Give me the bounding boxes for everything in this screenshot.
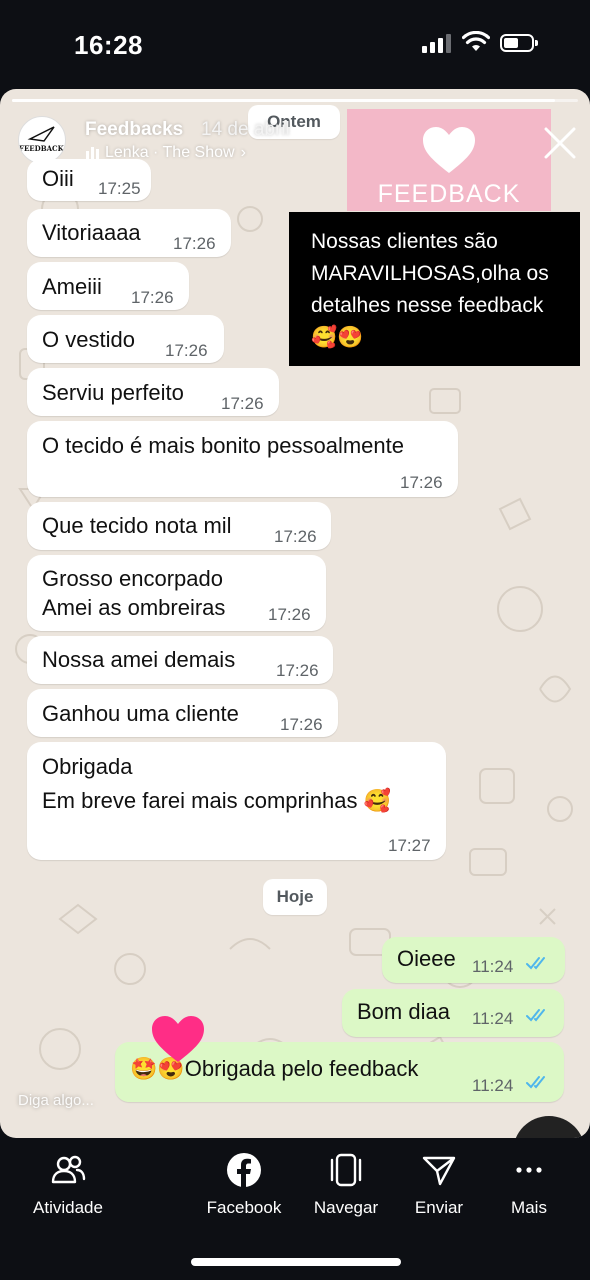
reply-input-placeholder[interactable]: Diga algo... — [18, 1092, 94, 1109]
close-icon[interactable] — [542, 125, 578, 161]
message-time: 17:25 — [98, 179, 141, 198]
avatar[interactable]: FEEDBACKS — [18, 116, 66, 164]
message-text: Oiii — [42, 166, 74, 191]
facebook-icon — [227, 1153, 261, 1187]
nav-label: Navegar — [313, 1198, 379, 1217]
message-text: Serviu perfeito — [42, 380, 184, 405]
people-icon — [51, 1155, 86, 1184]
message-text-line: Amei as ombreiras — [42, 595, 226, 620]
status-time: 16:28 — [74, 30, 143, 60]
message-time: 17:26 — [276, 661, 319, 680]
nav-item-more[interactable]: Mais — [486, 1152, 572, 1218]
story-card[interactable]: Ontem FEEDBACK FEEDBACKS Feedbacks 14 de… — [0, 89, 590, 1138]
story-caption: Nossas clientes são MARAVILHOSAS,olha os… — [289, 212, 580, 366]
message-text: Oieee — [397, 946, 456, 971]
message-bubble: Serviu perfeito 17:26 — [27, 368, 279, 416]
message-text-line: Grosso encorpado — [42, 566, 223, 591]
like-heart-icon — [152, 1016, 204, 1062]
nav-item-send[interactable]: Enviar — [391, 1152, 487, 1218]
nav-label: Atividade — [33, 1198, 103, 1217]
message-text: Nossa amei demais — [42, 647, 236, 672]
message-time: 17:26 — [268, 605, 311, 624]
more-icon — [516, 1167, 542, 1173]
message-text: Vitoriaaaa — [42, 220, 141, 245]
nav-label: Mais — [511, 1198, 547, 1217]
account-name[interactable]: Feedbacks — [85, 119, 183, 141]
message-bubble: Nossa amei demais 17:26 — [27, 636, 333, 684]
feedback-image-text: FEEDBACK — [377, 180, 521, 208]
browse-icon — [330, 1153, 362, 1187]
message-bubble: Ameiii 17:26 — [27, 262, 189, 310]
message-time: 17:26 — [131, 288, 174, 307]
message-bubble: Grosso encorpado Amei as ombreiras 17:26 — [27, 555, 326, 631]
story-date: 14 de abril — [201, 119, 290, 140]
message-time: 11:24 — [472, 957, 514, 976]
home-indicator[interactable] — [191, 1258, 401, 1266]
message-bubble: Que tecido nota mil 17:26 — [27, 502, 331, 550]
message-time: 11:24 — [472, 1009, 514, 1028]
message-bubble: Vitoriaaaa 17:26 — [27, 209, 231, 257]
message-text: O tecido é mais bonito pessoalmente — [42, 433, 404, 458]
double-check-icon — [526, 957, 545, 970]
outgoing-message-bubble: Bom diaa 11:24 — [342, 989, 564, 1037]
story-progress-bar — [12, 99, 578, 102]
message-text: Que tecido nota mil — [42, 513, 232, 538]
message-bubble: O tecido é mais bonito pessoalmente 17:2… — [27, 421, 458, 497]
message-time: 11:24 — [472, 1076, 514, 1095]
message-text: Ameiii — [42, 274, 102, 299]
message-bubble: Obrigada Em breve farei mais comprinhas … — [27, 742, 446, 860]
wifi-icon — [462, 31, 490, 51]
message-text: Ganhou uma cliente — [42, 701, 239, 726]
date-separator-today: Hoje — [263, 879, 327, 915]
message-text: Bom diaa — [357, 999, 450, 1024]
send-icon — [422, 1156, 456, 1186]
message-bubble: Oiii 17:25 — [27, 159, 151, 201]
feedback-image: FEEDBACK — [347, 109, 551, 211]
message-time: 17:26 — [400, 473, 443, 492]
message-text-line: Em breve farei mais comprinhas 🥰 — [42, 788, 391, 813]
message-time: 17:26 — [280, 715, 323, 734]
message-bubble: Ganhou uma cliente 17:26 — [27, 689, 338, 737]
battery-icon — [500, 34, 538, 52]
nav-item-facebook[interactable]: Facebook — [196, 1152, 292, 1218]
outgoing-message-bubble: Oieee 11:24 — [382, 937, 565, 983]
heart-icon — [423, 127, 475, 173]
nav-item-browse[interactable]: Navegar — [298, 1152, 394, 1218]
double-check-icon — [526, 1009, 545, 1022]
status-bar: 16:28 — [0, 0, 590, 90]
nav-label: Facebook — [206, 1198, 282, 1217]
nav-label: Enviar — [414, 1198, 464, 1217]
double-check-icon — [526, 1076, 545, 1089]
message-bubble: O vestido 17:26 — [27, 315, 224, 363]
chevron-right-icon: › — [240, 144, 246, 161]
message-time: 17:26 — [274, 527, 317, 546]
music-bars-icon — [86, 147, 99, 159]
message-time: 17:26 — [221, 394, 264, 413]
message-time: 17:27 — [388, 836, 431, 855]
message-time: 17:26 — [173, 234, 216, 253]
message-text: O vestido — [42, 327, 135, 352]
nav-item-activity[interactable]: Atividade — [20, 1152, 116, 1218]
message-time: 17:26 — [165, 341, 208, 360]
avatar-logo-text: FEEDBACKS — [19, 144, 66, 153]
message-text-line: Obrigada — [42, 754, 133, 779]
cellular-signal-icon — [422, 33, 451, 53]
